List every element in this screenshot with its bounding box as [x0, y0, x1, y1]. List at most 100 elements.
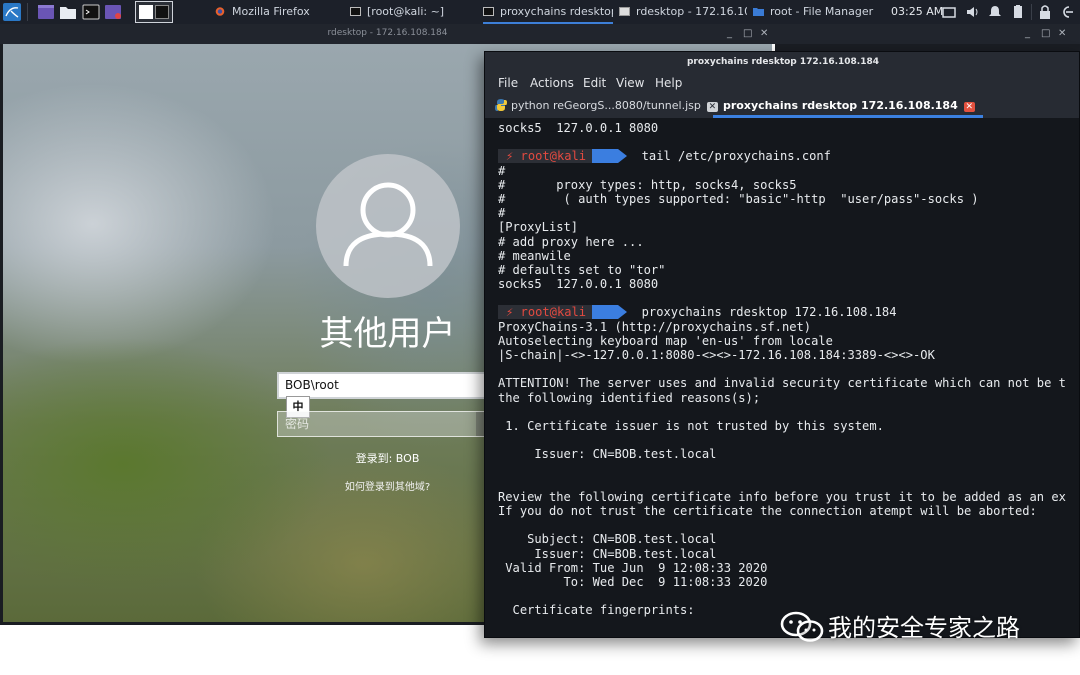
prompt-arrow-icon: [618, 305, 628, 320]
workspace-switcher[interactable]: [135, 1, 173, 23]
menu-edit[interactable]: Edit: [583, 76, 606, 90]
task-label: proxychains rdesktop ...: [500, 5, 613, 18]
app-launcher-icon[interactable]: [104, 3, 122, 21]
password-placeholder: 密码: [285, 417, 310, 431]
minimize-icon[interactable]: _: [1025, 24, 1030, 43]
terminal-titlebar[interactable]: proxychains rdesktop 172.16.108.184: [485, 52, 1079, 74]
terminal-prompt-line: ⚡ root@kali tail /etc/proxychains.conf: [498, 149, 1079, 164]
panel-separator: [1031, 4, 1032, 20]
tab-label: python reGeorgS...8080/tunnel.jsp: [511, 99, 701, 112]
terminal-line: 1. Certificate issuer is not trusted by …: [498, 418, 1079, 433]
output-text: the following identified reasons(s);: [498, 390, 761, 405]
folder-icon: [753, 8, 764, 16]
maximize-icon[interactable]: □: [743, 24, 752, 43]
terminal-line: # defaults set to "tor": [498, 263, 1079, 277]
command-text: tail /etc/proxychains.conf: [641, 149, 831, 164]
output-text: #: [498, 163, 506, 178]
tab-label: proxychains rdesktop 172.16.108.184: [723, 99, 958, 112]
task-file-manager[interactable]: root - File Manager: [753, 0, 878, 24]
tab-regeorg[interactable]: python reGeorgS...8080/tunnel.jsp ✕: [495, 94, 718, 118]
workspace-1[interactable]: [139, 5, 153, 19]
prompt-arrow-icon: [618, 149, 628, 164]
minimize-icon[interactable]: _: [727, 24, 732, 43]
clock[interactable]: 03:25 AM: [891, 0, 943, 24]
terminal-line: Review the following certificate info be…: [498, 489, 1079, 504]
terminal-line: # ( auth types supported: "basic"-http "…: [498, 191, 1079, 206]
terminal-icon: [350, 7, 361, 16]
output-text: Subject: CN=BOB.test.local: [498, 532, 717, 547]
terminal-line: [ProxyList]: [498, 220, 1079, 235]
python-icon: [495, 99, 507, 111]
terminal-prompt-line: ⚡ root@kali proxychains rdesktop 172.16.…: [498, 305, 1079, 320]
menu-file[interactable]: File: [498, 76, 518, 90]
output-text: socks5 127.0.0.1 8080: [498, 121, 659, 135]
maximize-icon[interactable]: □: [1041, 24, 1050, 43]
background-window-titlebar: _ □ ✕: [775, 24, 1080, 44]
battery-icon[interactable]: [1011, 3, 1025, 21]
output-text: Valid From: Tue Jun 9 12:08:33 2020: [498, 560, 768, 575]
kali-menu-icon[interactable]: [3, 3, 21, 21]
prompt-user: ⚡ root@kali: [498, 305, 593, 320]
terminal-output[interactable]: socks5 127.0.0.1 8080 ⚡ root@kali tail /e…: [498, 121, 1079, 637]
file-manager-launcher-icon[interactable]: [59, 3, 77, 21]
task-firefox[interactable]: Mozilla Firefox: [215, 0, 340, 24]
lock-icon[interactable]: [1038, 3, 1052, 21]
task-label: [root@kali: ~]: [367, 5, 445, 18]
output-text: [ProxyList]: [498, 220, 579, 235]
terminal-icon: [483, 7, 494, 16]
window-title: rdesktop - 172.16.108.184: [327, 28, 448, 38]
menu-actions[interactable]: Actions: [530, 76, 574, 90]
output-text: 1. Certificate issuer is not trusted by …: [498, 418, 884, 433]
notification-bell-icon[interactable]: [988, 3, 1002, 21]
terminal-line: #: [498, 206, 1079, 221]
command-text: proxychains rdesktop 172.16.108.184: [641, 305, 897, 320]
display-icon[interactable]: [942, 3, 956, 21]
top-panel: Mozilla Firefox [root@kali: ~] proxychai…: [0, 0, 1080, 24]
output-text: #: [498, 206, 506, 221]
prompt-segment: [592, 149, 619, 164]
rdesktop-titlebar[interactable]: rdesktop - 172.16.108.184 _ □ ✕: [0, 24, 775, 44]
terminal-line: Autoselecting keyboard map 'en-us' from …: [498, 333, 1079, 348]
terminal-line: Issuer: CN=BOB.test.local: [498, 447, 1079, 461]
terminal-line: ATTENTION! The server uses and invalid s…: [498, 376, 1079, 390]
password-input[interactable]: 密码: [277, 411, 501, 437]
tab-proxychains[interactable]: proxychains rdesktop 172.16.108.184 ✕: [713, 94, 983, 118]
terminal-launcher-icon[interactable]: [82, 3, 100, 21]
output-text: # meanwile: [498, 248, 571, 263]
username-input[interactable]: BOB\root: [277, 372, 501, 399]
task-rdesktop[interactable]: rdesktop - 172.16.10...: [619, 0, 747, 24]
task-label: rdesktop - 172.16.10...: [636, 5, 747, 18]
output-text: Autoselecting keyboard map 'en-us' from …: [498, 333, 833, 348]
task-proxychains-terminal[interactable]: proxychains rdesktop ...: [483, 0, 613, 24]
close-icon[interactable]: ✕: [760, 24, 768, 43]
task-root-terminal[interactable]: [root@kali: ~]: [350, 0, 475, 24]
show-desktop-icon[interactable]: [37, 3, 55, 21]
output-text: Issuer: CN=BOB.test.local: [498, 546, 717, 561]
output-text: Review the following certificate info be…: [498, 489, 1066, 504]
terminal-line: # add proxy here ...: [498, 234, 1079, 249]
terminal-line: |S-chain|-<>-127.0.0.1:8080-<><>-172.16.…: [498, 348, 1079, 362]
output-text: # add proxy here ...: [498, 234, 644, 249]
volume-icon[interactable]: [966, 3, 980, 21]
output-text: To: Wed Dec 9 11:08:33 2020: [498, 575, 768, 589]
workspace-2[interactable]: [155, 5, 169, 19]
output-text: If you do not trust the certificate the …: [498, 504, 1037, 519]
terminal-line: #: [498, 163, 1079, 178]
output-text: ProxyChains-3.1 (http://proxychains.sf.n…: [498, 319, 812, 334]
firefox-icon: [215, 7, 225, 16]
shell-prompt: ⚡ root@kali: [498, 149, 628, 164]
menu-view[interactable]: View: [616, 76, 644, 90]
output-text: # ( auth types supported: "basic"-http "…: [498, 191, 979, 206]
menu-help[interactable]: Help: [655, 76, 682, 90]
username-value: BOB\root: [285, 378, 339, 392]
output-text: Certificate fingerprints:: [498, 603, 695, 618]
logout-icon[interactable]: [1060, 3, 1074, 21]
terminal-line: To: Wed Dec 9 11:08:33 2020: [498, 575, 1079, 589]
close-icon[interactable]: ✕: [963, 102, 975, 112]
window-title: proxychains rdesktop 172.16.108.184: [686, 57, 880, 67]
rdesktop-icon: [619, 7, 630, 16]
close-icon[interactable]: ✕: [1058, 24, 1066, 43]
